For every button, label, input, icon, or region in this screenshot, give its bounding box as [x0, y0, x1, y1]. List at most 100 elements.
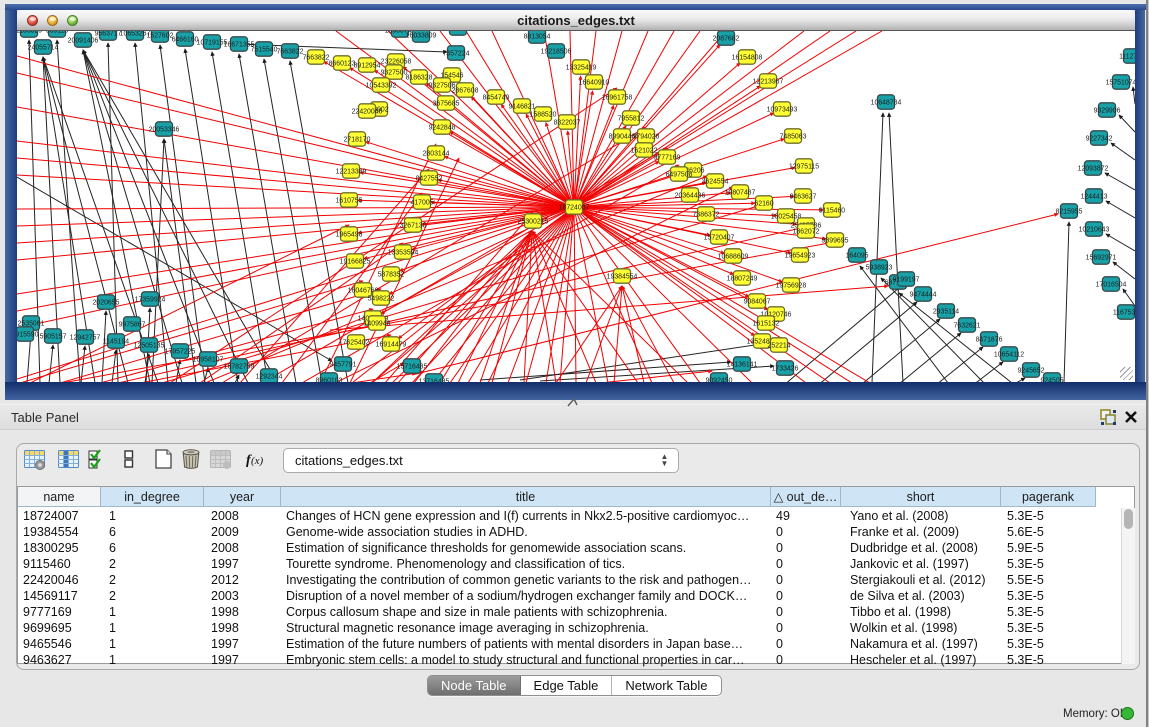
svg-text:8912954: 8912954 — [354, 62, 381, 69]
svg-text:15720407: 15720407 — [704, 234, 735, 241]
svg-text:5905157: 5905157 — [40, 333, 67, 340]
svg-text:989118: 989118 — [46, 31, 69, 34]
svg-text:18807249: 18807249 — [727, 275, 758, 282]
svg-text:417005: 417005 — [411, 199, 434, 206]
svg-text:1862072: 1862072 — [793, 228, 820, 235]
svg-text:7485063: 7485063 — [780, 133, 807, 140]
svg-text:10654112: 10654112 — [994, 351, 1024, 358]
svg-text:8454749: 8454749 — [483, 94, 510, 101]
svg-text:1965498: 1965498 — [336, 231, 363, 238]
svg-text:9899695: 9899695 — [822, 237, 849, 244]
svg-text:62160: 62160 — [754, 200, 773, 207]
svg-text:16640910: 16640910 — [579, 79, 610, 86]
svg-text:9463627: 9463627 — [790, 193, 817, 200]
svg-text:8990448: 8990448 — [609, 133, 636, 140]
svg-text:10648784: 10648784 — [871, 99, 902, 106]
svg-text:9245652: 9245652 — [1018, 367, 1045, 374]
svg-text:19756928: 19756928 — [776, 282, 807, 289]
svg-text:7632621: 7632621 — [954, 322, 981, 329]
svg-text:13353594: 13353594 — [388, 249, 419, 256]
svg-text:24055714: 24055714 — [28, 44, 59, 51]
svg-text:1527602: 1527602 — [147, 32, 174, 39]
svg-text:2020655: 2020655 — [93, 299, 120, 306]
svg-text:17359924: 17359924 — [135, 296, 166, 303]
svg-text:9329906: 9329906 — [1094, 107, 1121, 114]
svg-text:8322037: 8322037 — [554, 119, 581, 126]
svg-text:9115460: 9115460 — [819, 207, 845, 214]
svg-text:1610755: 1610755 — [336, 197, 363, 204]
svg-text:10807487: 10807487 — [725, 189, 756, 196]
svg-text:15692971: 15692971 — [1086, 254, 1117, 261]
svg-text:9146821: 9146821 — [509, 103, 536, 110]
svg-text:3624554: 3624554 — [702, 178, 729, 185]
svg-text:8471876: 8471876 — [976, 336, 1003, 343]
svg-text:8215955: 8215955 — [1056, 208, 1083, 215]
svg-text:15716485: 15716485 — [397, 363, 428, 370]
svg-text:7386372: 7386372 — [693, 211, 720, 218]
svg-text:1621022: 1621022 — [631, 147, 658, 154]
svg-text:5878352: 5878352 — [378, 271, 405, 278]
svg-text:22420046: 22420046 — [352, 108, 383, 115]
svg-text:10688609: 10688609 — [718, 253, 749, 260]
svg-text:12093872: 12093872 — [1078, 165, 1109, 172]
svg-text:16154808: 16154808 — [732, 54, 763, 61]
svg-text:1112777: 1112777 — [1119, 53, 1135, 60]
svg-text:9975867: 9975867 — [119, 321, 146, 328]
svg-text:(x): (x) — [251, 455, 264, 467]
svg-text:9474444: 9474444 — [910, 291, 937, 298]
svg-text:3675685: 3675685 — [433, 100, 460, 107]
svg-text:10025458: 10025458 — [771, 213, 802, 220]
svg-text:25300215: 25300215 — [518, 218, 549, 225]
svg-text:19654923: 19654923 — [785, 252, 816, 259]
svg-text:12213389: 12213389 — [336, 168, 367, 175]
svg-text:8813054: 8813054 — [524, 33, 551, 40]
svg-text:8660123: 8660123 — [329, 60, 356, 67]
svg-text:17016504: 17016504 — [1096, 281, 1127, 288]
svg-text:6466160: 6466160 — [172, 36, 199, 43]
svg-text:1615132: 1615132 — [753, 320, 780, 327]
svg-text:9199197: 9199197 — [893, 276, 920, 283]
svg-text:16033809: 16033809 — [406, 32, 437, 39]
svg-text:9794028: 9794028 — [633, 133, 660, 140]
svg-text:5498222: 5498222 — [368, 295, 395, 302]
svg-text:10973493: 10973493 — [767, 106, 798, 113]
svg-text:12975115: 12975115 — [789, 163, 819, 170]
svg-text:1409948: 1409948 — [364, 320, 391, 327]
svg-text:8186328: 8186328 — [406, 74, 433, 81]
svg-text:8427552: 8427552 — [416, 175, 443, 182]
svg-text:2087682: 2087682 — [713, 35, 740, 42]
svg-text:14136141: 14136141 — [727, 361, 758, 368]
svg-text:1167533: 1167533 — [1113, 309, 1135, 316]
svg-text:9327500: 9327500 — [381, 69, 408, 76]
svg-text:6497508: 6497508 — [666, 171, 693, 178]
svg-text:20091406: 20091406 — [68, 37, 99, 44]
svg-text:8960103: 8960103 — [316, 377, 343, 382]
svg-text:10958107: 10958107 — [193, 356, 224, 363]
svg-text:1203952: 1203952 — [445, 31, 472, 32]
svg-text:9242848: 9242848 — [429, 124, 456, 131]
svg-text:1733426: 1733426 — [772, 365, 799, 372]
svg-text:7663822: 7663822 — [303, 54, 330, 61]
svg-text:13325419: 13325419 — [566, 64, 597, 71]
svg-text:1292344: 1292344 — [256, 373, 283, 380]
svg-text:19218506: 19218506 — [541, 48, 572, 55]
svg-text:12942757: 12942757 — [70, 334, 101, 341]
svg-text:924505: 924505 — [1041, 377, 1064, 382]
svg-text:164095: 164095 — [846, 252, 869, 259]
svg-text:9777169: 9777169 — [654, 154, 681, 161]
svg-text:252214: 252214 — [768, 342, 791, 349]
svg-text:18724007: 18724007 — [559, 204, 590, 211]
svg-text:3267130: 3267130 — [400, 222, 427, 229]
svg-text:16914479: 16914479 — [376, 341, 407, 348]
svg-text:1244413: 1244413 — [1081, 193, 1108, 200]
svg-text:17957225: 17957225 — [165, 348, 196, 355]
svg-text:2803144: 2803144 — [423, 150, 450, 157]
svg-text:1135329: 1135329 — [17, 31, 42, 34]
svg-text:3915590: 3915590 — [17, 331, 39, 338]
svg-text:7663822: 7663822 — [277, 48, 304, 55]
svg-text:12213967: 12213967 — [753, 78, 784, 85]
svg-text:2718170: 2718170 — [344, 136, 371, 143]
svg-text:2867608: 2867608 — [452, 87, 479, 94]
svg-text:7515540: 7515540 — [251, 46, 278, 53]
svg-text:19384554: 19384554 — [607, 273, 638, 280]
